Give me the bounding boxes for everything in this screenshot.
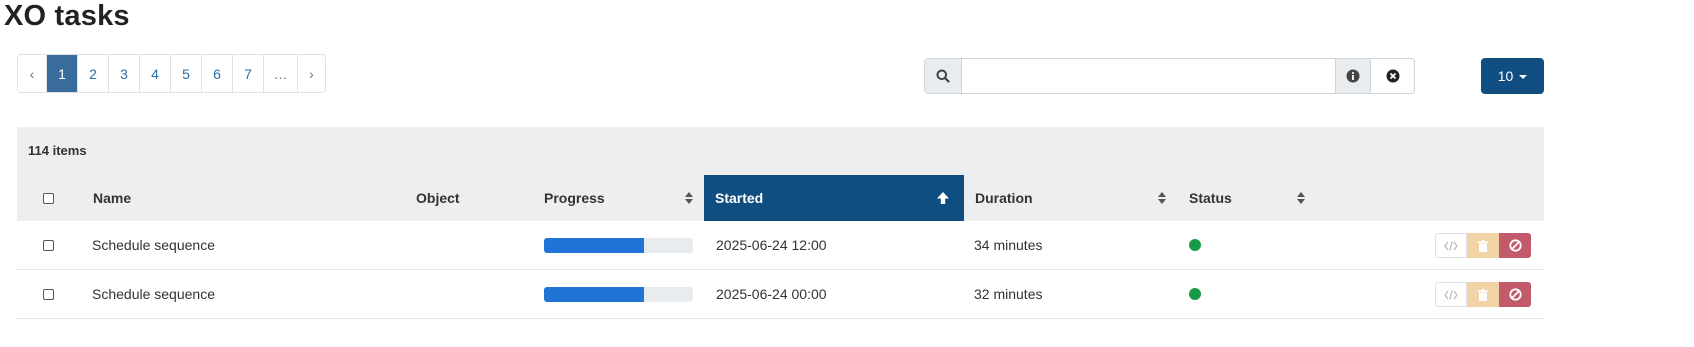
status-indicator bbox=[1189, 239, 1201, 251]
page-size-dropdown[interactable]: 10 bbox=[1481, 58, 1544, 94]
page-button-7[interactable]: 7 bbox=[232, 55, 263, 92]
table-row: Schedule sequence 2025-06-24 00:00 32 mi… bbox=[17, 270, 1544, 319]
column-started-label: Started bbox=[715, 190, 764, 206]
column-name-label: Name bbox=[93, 190, 132, 206]
status-indicator bbox=[1189, 288, 1201, 300]
row-actions bbox=[1435, 233, 1531, 258]
item-count: 114 items bbox=[28, 143, 87, 158]
code-button[interactable] bbox=[1435, 233, 1467, 258]
arrow-up-icon bbox=[936, 191, 950, 208]
search-icon bbox=[925, 59, 962, 93]
column-object-label: Object bbox=[416, 190, 460, 206]
cancel-button[interactable] bbox=[1499, 233, 1531, 258]
table-row: Schedule sequence 2025-06-24 12:00 34 mi… bbox=[17, 221, 1544, 270]
sort-icon bbox=[1297, 192, 1305, 204]
page-button-6[interactable]: 6 bbox=[201, 55, 232, 92]
column-progress-label: Progress bbox=[544, 190, 605, 206]
page-ellipsis: … bbox=[263, 55, 297, 92]
progress-fill bbox=[544, 286, 644, 302]
row-checkbox-cell bbox=[43, 221, 54, 269]
status-cell bbox=[1189, 270, 1201, 318]
row-checkbox[interactable] bbox=[43, 239, 54, 251]
task-progress-cell bbox=[544, 221, 693, 269]
column-status-label: Status bbox=[1189, 190, 1232, 206]
column-header-name[interactable]: Name bbox=[93, 175, 243, 221]
row-checkbox[interactable] bbox=[43, 288, 54, 300]
page-title: XO tasks bbox=[4, 0, 130, 32]
chevron-down-icon bbox=[1519, 74, 1528, 79]
progress-bar bbox=[544, 237, 693, 253]
page-button-1[interactable]: 1 bbox=[46, 55, 77, 92]
trash-button[interactable] bbox=[1467, 233, 1499, 258]
sort-icon bbox=[1158, 192, 1166, 204]
column-header-status[interactable]: Status bbox=[1189, 175, 1339, 221]
task-progress-cell bbox=[544, 270, 693, 318]
page-button-5[interactable]: 5 bbox=[170, 55, 201, 92]
next-page-button[interactable]: › bbox=[297, 55, 325, 92]
sort-icon bbox=[685, 192, 693, 204]
column-header-object[interactable]: Object bbox=[416, 175, 516, 221]
search-group bbox=[924, 58, 1415, 94]
search-input[interactable] bbox=[962, 59, 1335, 93]
tasks-table: 114 items Name Object Progress Started D… bbox=[17, 127, 1544, 319]
row-actions bbox=[1435, 282, 1531, 307]
prev-page-button[interactable]: ‹ bbox=[18, 55, 46, 92]
select-all-checkbox-cell bbox=[43, 175, 57, 221]
code-button[interactable] bbox=[1435, 282, 1467, 307]
column-header-progress[interactable]: Progress bbox=[544, 175, 704, 221]
column-header-started[interactable]: Started bbox=[704, 175, 964, 221]
table-header: 114 items Name Object Progress Started D… bbox=[17, 127, 1544, 221]
progress-fill bbox=[544, 237, 644, 253]
page-button-4[interactable]: 4 bbox=[139, 55, 170, 92]
close-icon[interactable] bbox=[1370, 59, 1414, 93]
pagination: ‹ 1 2 3 4 5 6 7 … › bbox=[17, 54, 326, 93]
page-button-2[interactable]: 2 bbox=[77, 55, 108, 92]
progress-bar bbox=[544, 286, 693, 302]
status-cell bbox=[1189, 221, 1201, 269]
column-duration-label: Duration bbox=[975, 190, 1033, 206]
page-button-3[interactable]: 3 bbox=[108, 55, 139, 92]
info-icon[interactable] bbox=[1335, 59, 1370, 93]
column-header-duration[interactable]: Duration bbox=[975, 175, 1175, 221]
cancel-button[interactable] bbox=[1499, 282, 1531, 307]
task-started: 2025-06-24 00:00 bbox=[716, 286, 827, 302]
task-started: 2025-06-24 12:00 bbox=[716, 237, 827, 253]
task-name: Schedule sequence bbox=[92, 286, 215, 302]
page-size-label: 10 bbox=[1497, 68, 1514, 84]
task-duration: 34 minutes bbox=[974, 237, 1043, 253]
task-name: Schedule sequence bbox=[92, 237, 215, 253]
row-checkbox-cell bbox=[43, 270, 54, 318]
select-all-checkbox[interactable] bbox=[43, 192, 54, 204]
trash-button[interactable] bbox=[1467, 282, 1499, 307]
task-duration: 32 minutes bbox=[974, 286, 1043, 302]
